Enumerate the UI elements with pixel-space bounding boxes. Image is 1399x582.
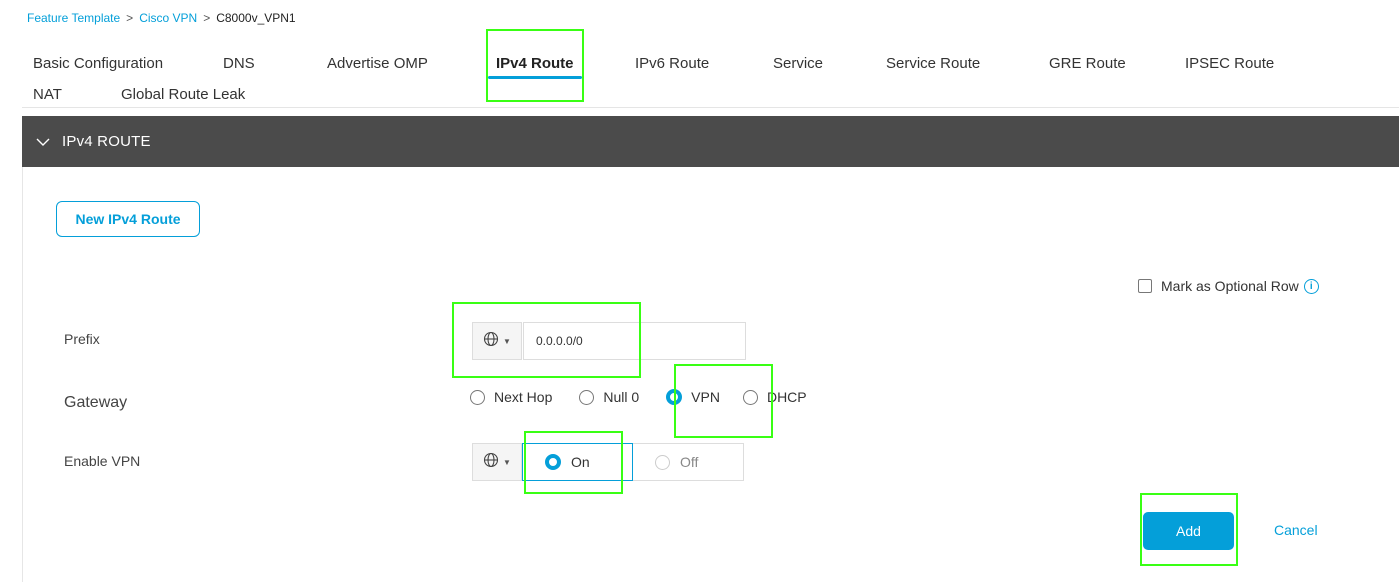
tab-global-route-leak[interactable]: Global Route Leak xyxy=(121,86,245,103)
globe-icon xyxy=(483,452,499,473)
tab-service-route[interactable]: Service Route xyxy=(886,55,980,72)
active-tab-indicator xyxy=(488,76,582,79)
cancel-button[interactable]: Cancel xyxy=(1274,522,1318,538)
optional-row-toggle: Mark as Optional Row i xyxy=(1138,278,1319,294)
breadcrumb-feature-template[interactable]: Feature Template xyxy=(27,11,120,25)
enable-vpn-label: Enable VPN xyxy=(64,453,141,469)
enable-vpn-on-option[interactable]: On xyxy=(522,443,633,481)
section-header-ipv4-route[interactable]: IPv4 ROUTE xyxy=(22,116,1399,167)
enable-vpn-off-option[interactable]: Off xyxy=(633,443,744,481)
caret-down-icon: ▼ xyxy=(503,457,511,467)
enable-vpn-on-label: On xyxy=(571,454,590,470)
breadcrumb-separator: > xyxy=(126,11,134,25)
breadcrumb: Feature Template > Cisco VPN > C8000v_VP… xyxy=(27,11,296,25)
tab-basic-configuration[interactable]: Basic Configuration xyxy=(33,55,163,72)
gateway-option-null0[interactable]: Null 0 xyxy=(579,389,639,405)
tab-nat[interactable]: NAT xyxy=(33,86,62,103)
gateway-option-label: VPN xyxy=(691,389,720,405)
radio-selected[interactable] xyxy=(666,389,683,405)
breadcrumb-separator: > xyxy=(203,11,211,25)
info-icon[interactable]: i xyxy=(1303,278,1319,294)
tab-dns[interactable]: DNS xyxy=(223,55,255,72)
gateway-option-label: Null 0 xyxy=(603,389,640,405)
optional-row-label: Mark as Optional Row xyxy=(1161,278,1299,294)
tab-gre-route[interactable]: GRE Route xyxy=(1049,55,1126,72)
new-ipv4-route-button[interactable]: New IPv4 Route xyxy=(56,201,200,237)
optional-row-checkbox[interactable] xyxy=(1138,279,1152,293)
gateway-option-label: Next Hop xyxy=(494,389,553,405)
gateway-option-vpn[interactable]: VPN xyxy=(666,389,720,405)
radio-selected xyxy=(545,454,561,470)
caret-down-icon: ▼ xyxy=(503,336,511,346)
enable-vpn-off-label: Off xyxy=(680,454,699,470)
radio-unselected[interactable] xyxy=(470,389,485,405)
enable-vpn-scope-dropdown[interactable]: ▼ xyxy=(472,443,522,481)
tab-ipv4-route[interactable]: IPv4 Route xyxy=(496,55,574,72)
tab-service[interactable]: Service xyxy=(773,55,823,72)
prefix-scope-dropdown[interactable]: ▼ xyxy=(472,322,522,360)
chevron-down-icon[interactable] xyxy=(36,135,50,149)
globe-icon xyxy=(483,331,499,352)
prefix-label: Prefix xyxy=(64,331,100,347)
radio-unselected[interactable] xyxy=(742,389,758,405)
breadcrumb-current: C8000v_VPN1 xyxy=(216,11,296,25)
add-button[interactable]: Add xyxy=(1143,512,1234,550)
tab-advertise-omp[interactable]: Advertise OMP xyxy=(327,55,428,72)
gateway-radio-group: Next Hop Null 0 VPN DHCP xyxy=(470,389,807,405)
gateway-option-next-hop[interactable]: Next Hop xyxy=(470,389,552,405)
gateway-option-label: DHCP xyxy=(766,389,807,405)
tab-ipv6-route[interactable]: IPv6 Route xyxy=(635,55,709,72)
gateway-label: Gateway xyxy=(64,394,128,411)
gateway-option-dhcp[interactable]: DHCP xyxy=(742,389,807,405)
section-title: IPv4 ROUTE xyxy=(62,133,151,150)
radio-unselected xyxy=(655,454,670,470)
tab-ipsec-route[interactable]: IPSEC Route xyxy=(1185,55,1274,72)
prefix-input[interactable]: 0.0.0.0/0 xyxy=(523,322,746,360)
radio-unselected[interactable] xyxy=(579,389,595,405)
breadcrumb-cisco-vpn[interactable]: Cisco VPN xyxy=(139,11,197,25)
tabs-divider xyxy=(22,107,1399,108)
